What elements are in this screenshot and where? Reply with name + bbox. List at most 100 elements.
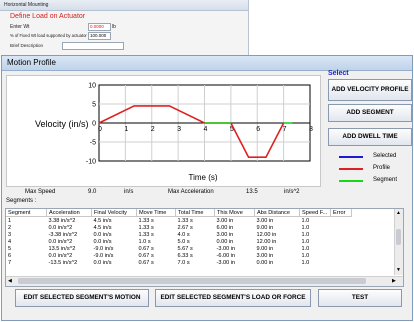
cell-this-move: 3.00 in xyxy=(216,217,234,224)
add-velocity-profile-button[interactable]: ADD VELOCITY PROFILE xyxy=(328,79,412,101)
cell-move-time: 0.67 s xyxy=(138,245,154,252)
x-tick-label: 8 xyxy=(309,126,313,133)
cell-this-move: -3.00 in xyxy=(216,245,236,252)
x-tick-label: 4 xyxy=(204,126,208,133)
background-window: Horizontal Mounting Define Load on Actua… xyxy=(0,0,249,58)
cell-abs-distance: 12.00 in xyxy=(256,231,277,238)
segments-table-container[interactable]: Segment Acceleration Final Velocity Move… xyxy=(5,208,404,287)
legend-profile-label: Profile xyxy=(373,165,391,171)
table-row[interactable]: 6 0.0 in/s^2 -9.0 in/s 0.67 s 6.33 s -6.00 in… xyxy=(6,252,352,259)
max-acceleration-value: 13.5 xyxy=(246,189,258,195)
cell-abs-distance: 12.00 in xyxy=(256,238,277,245)
x-tick-label: 6 xyxy=(256,126,260,133)
vertical-scroll-thumb[interactable] xyxy=(396,229,401,245)
cell-total-time: 1.33 s xyxy=(177,217,193,224)
max-acceleration-label: Max Acceleration xyxy=(168,189,214,195)
cell-this-move: 0.00 in xyxy=(216,238,234,245)
col-header-total-time[interactable]: Total Time xyxy=(175,209,215,217)
x-tick-label: 7 xyxy=(283,126,287,133)
cell-acceleration: -13.5 in/s^2 xyxy=(48,259,78,266)
cell-final-velocity: -9.0 in/s xyxy=(93,252,114,259)
max-acceleration-unit: in/s^2 xyxy=(284,189,300,195)
percent-input[interactable]: 100.000 xyxy=(88,32,111,40)
chart-panel: Velocity (in/s) Time (s) -10 -5 0 5 10 0 1 2 3 4 5… xyxy=(6,75,321,187)
col-header-this-move[interactable]: This Move xyxy=(214,209,255,217)
cell-segment: 1 xyxy=(8,217,12,224)
chart-ylabel: Velocity (in/s) xyxy=(35,119,89,129)
legend-selected-swatch xyxy=(339,156,363,158)
cell-segment: 6 xyxy=(8,252,12,259)
scroll-down-arrow-icon[interactable]: ▼ xyxy=(396,267,401,273)
y-tick-label: -5 xyxy=(90,140,96,147)
x-tick-label: 0 xyxy=(98,126,102,133)
edit-motion-button[interactable]: EDIT SELECTED SEGMENT'S MOTION xyxy=(15,289,149,307)
legend-segment-label: Segment xyxy=(373,177,398,183)
cell-error xyxy=(331,245,352,252)
cell-segment: 7 xyxy=(8,259,12,266)
cell-move-time: 1.33 s xyxy=(138,224,154,231)
add-segment-button[interactable]: ADD SEGMENT xyxy=(328,104,412,122)
col-header-error[interactable]: Error xyxy=(330,209,352,217)
cell-total-time: 7.0 s xyxy=(177,259,190,266)
cell-speed-factor: 1.0 xyxy=(301,224,310,231)
cell-abs-distance: 9.00 in xyxy=(256,245,274,252)
x-tick-label: 1 xyxy=(124,126,128,133)
brief-description-input[interactable] xyxy=(62,42,124,50)
y-tick-label: 10 xyxy=(88,83,96,90)
scroll-left-arrow-icon[interactable]: ◀ xyxy=(8,278,12,284)
cell-speed-factor: 1.0 xyxy=(301,252,310,259)
cell-abs-distance: 3.00 in xyxy=(256,217,274,224)
cell-total-time: 6.33 s xyxy=(177,252,193,259)
cell-this-move: -3.00 in xyxy=(216,259,236,266)
brief-description-label: Brief Description xyxy=(10,43,44,48)
segments-label: Segments : xyxy=(6,198,37,204)
cell-segment: 3 xyxy=(8,231,12,238)
col-header-segment[interactable]: Segment xyxy=(6,209,47,217)
table-row[interactable]: 7 -13.5 in/s^2 0.0 in/s 0.67 s 7.0 s -3.00 in… xyxy=(6,259,352,266)
cell-final-velocity: 0.0 in/s xyxy=(93,231,112,238)
cell-segment: 4 xyxy=(8,238,12,245)
table-row[interactable]: 5 13.5 in/s^2 -9.0 in/s 0.67 s 5.67 s -3.00 i… xyxy=(6,245,352,252)
scroll-up-arrow-icon[interactable]: ▲ xyxy=(396,210,401,216)
enter-wt-input[interactable]: 0.0000 xyxy=(88,23,111,31)
col-header-final-velocity[interactable]: Final Velocity xyxy=(91,209,137,217)
add-dwell-time-button[interactable]: ADD DWELL TIME xyxy=(328,128,412,146)
test-button[interactable]: TEST xyxy=(318,289,402,307)
cell-speed-factor: 1.0 xyxy=(301,217,310,224)
legend-profile-swatch xyxy=(339,168,363,170)
edit-load-button[interactable]: EDIT SELECTED SEGMENT'S LOAD OR FORCE xyxy=(155,289,311,307)
cell-total-time: 4.0 s xyxy=(177,231,190,238)
x-tick-label: 2 xyxy=(151,126,155,133)
cell-final-velocity: 0.0 in/s xyxy=(93,238,112,245)
cell-error xyxy=(331,238,352,245)
vertical-scrollbar[interactable]: ▲ ▼ xyxy=(394,209,403,275)
cell-segment: 2 xyxy=(8,224,12,231)
enter-wt-unit: lb xyxy=(112,24,116,30)
cell-final-velocity: 0.0 in/s xyxy=(93,259,112,266)
cell-move-time: 1.33 s xyxy=(138,217,154,224)
enter-wt-label: Enter Wt xyxy=(10,24,30,30)
col-header-acceleration[interactable]: Acceleration xyxy=(46,209,92,217)
cell-error xyxy=(331,259,352,266)
percent-label: % of Fixed Wt load supported by actuator xyxy=(10,33,87,38)
cell-this-move: -6.00 in xyxy=(216,252,236,259)
select-label: Select xyxy=(328,70,349,77)
col-header-speed-factor[interactable]: Speed F... xyxy=(299,209,331,217)
legend-segment-swatch xyxy=(339,180,363,182)
cell-speed-factor: 1.0 xyxy=(301,245,310,252)
load-heading: Define Load on Actuator xyxy=(10,13,86,20)
table-row[interactable]: 3 -3.38 in/s^2 0.0 in/s 1.33 s 4.0 s 3.00 in 1… xyxy=(6,231,352,238)
cell-acceleration: 3.38 in/s^2 xyxy=(48,217,76,224)
horizontal-scrollbar[interactable]: ◀ ▶ xyxy=(6,276,403,286)
scroll-right-arrow-icon[interactable]: ▶ xyxy=(392,278,396,284)
table-row[interactable]: 2 0.0 in/s^2 4.5 in/s 1.33 s 2.67 s 6.00 in 9.… xyxy=(6,224,352,231)
cell-final-velocity: -9.0 in/s xyxy=(93,245,114,252)
col-header-move-time[interactable]: Move Time xyxy=(136,209,176,217)
background-window-title: Horizontal Mounting xyxy=(4,2,49,8)
cell-final-velocity: 4.5 in/s xyxy=(93,217,112,224)
horizontal-scroll-thumb[interactable] xyxy=(18,278,366,284)
table-row[interactable]: 4 0.0 in/s^2 0.0 in/s 1.0 s 5.0 s 0.00 in 12.0… xyxy=(6,238,352,245)
dialog-titlebar: Motion Profile xyxy=(2,56,412,71)
col-header-abs-distance[interactable]: Abs Distance xyxy=(254,209,300,217)
table-row[interactable]: 1 3.38 in/s^2 4.5 in/s 1.33 s 1.33 s 3.00 in 3… xyxy=(6,217,352,225)
